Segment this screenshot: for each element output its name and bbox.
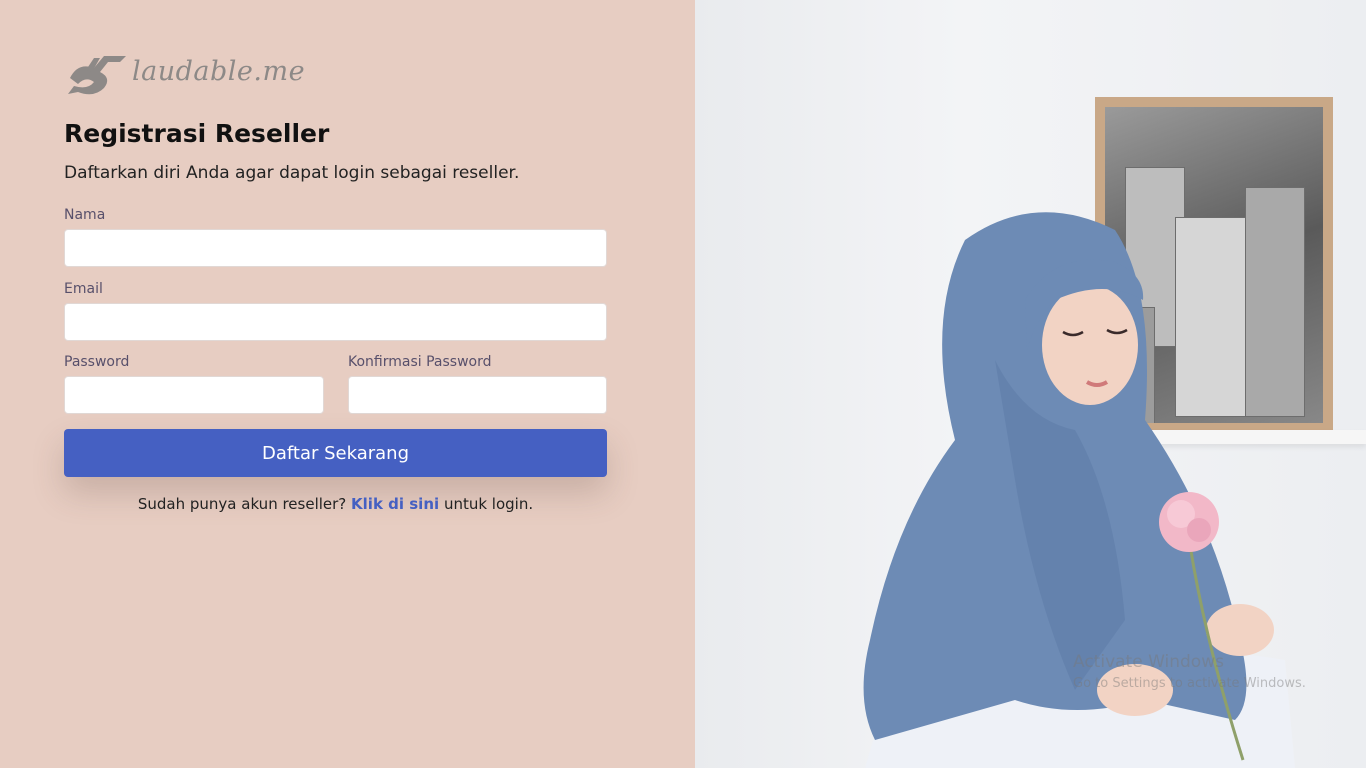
login-prompt-prefix: Sudah punya akun reseller? (137, 495, 347, 513)
nama-input[interactable] (64, 229, 607, 267)
watermark-subtitle: Go to Settings to activate Windows. (1073, 676, 1306, 691)
windows-activation-watermark: Activate Windows Go to Settings to activ… (1073, 652, 1306, 691)
registration-panel: laudable.me Registrasi Reseller Daftarka… (0, 0, 695, 768)
confirm-password-input[interactable] (348, 376, 607, 414)
watermark-title: Activate Windows (1073, 652, 1224, 672)
brand-wordmark: laudable.me (132, 56, 306, 87)
hero-photo: Activate Windows Go to Settings to activ… (695, 0, 1366, 768)
page-title: Registrasi Reseller (64, 119, 330, 148)
confirm-password-label: Konfirmasi Password (348, 354, 492, 370)
nama-label: Nama (64, 207, 106, 223)
password-input[interactable] (64, 376, 324, 414)
login-prompt: Sudah punya akun reseller? Klik di sini … (64, 495, 607, 513)
brand-logo[interactable]: laudable.me (64, 46, 306, 98)
laudable-logo-icon (68, 56, 126, 95)
email-label: Email (64, 281, 103, 297)
email-input[interactable] (64, 303, 607, 341)
login-prompt-suffix: untuk login. (443, 495, 534, 513)
page-subtitle: Daftarkan diri Anda agar dapat login seb… (64, 163, 520, 183)
password-label: Password (64, 354, 130, 370)
login-link[interactable]: Klik di sini (351, 495, 439, 513)
register-button[interactable]: Daftar Sekarang (64, 429, 607, 477)
